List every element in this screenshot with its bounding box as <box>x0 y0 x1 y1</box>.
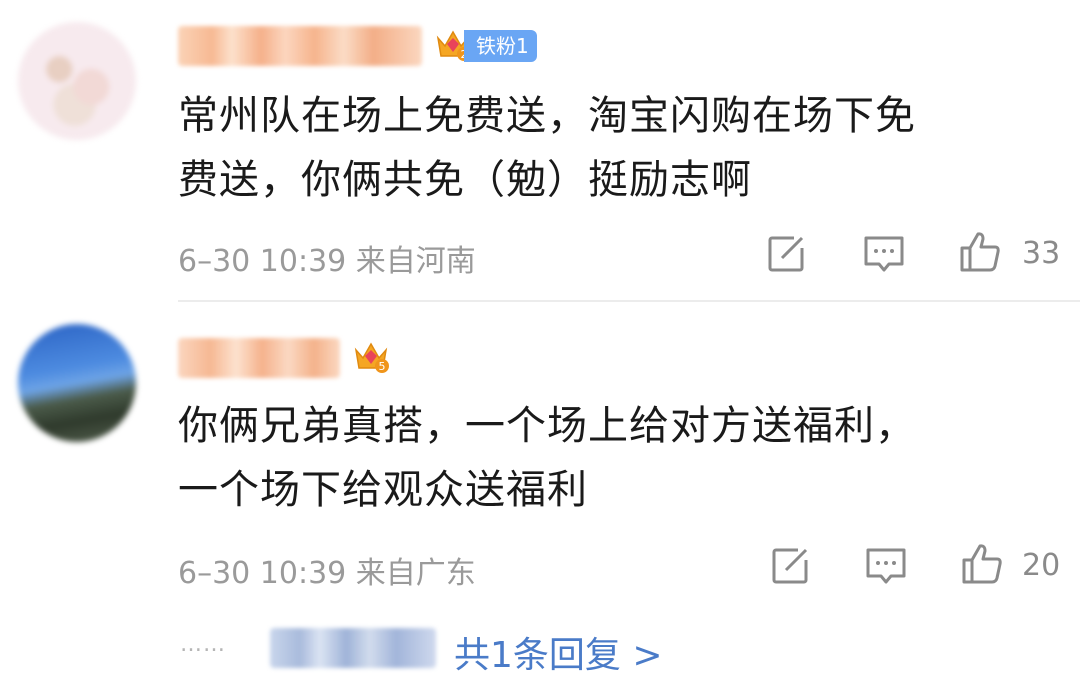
comment-line: 常州队在场上免费送，淘宝闪购在场下免 <box>178 93 916 139</box>
avatar[interactable] <box>18 324 136 442</box>
thumbs-up-icon[interactable] <box>960 542 1004 586</box>
like-count: 33 <box>1022 236 1061 271</box>
username-blurred[interactable] <box>178 338 340 378</box>
comment-line: 费送，你俩共免（勉）挺励志啊 <box>178 157 752 203</box>
comment-icon[interactable] <box>864 544 908 588</box>
thumbs-up-icon[interactable] <box>958 230 1002 274</box>
comment-item: 5 你俩兄弟真搭，一个场上给对方送福利， 一个场下给观众送福利 6–30 10:… <box>0 304 1080 604</box>
comment-line: 你俩兄弟真搭，一个场上给对方送福利， <box>178 403 916 449</box>
crown-level: 5 <box>379 360 386 373</box>
comment-text: 常州队在场上免费送，淘宝闪购在场下免 费送，你俩共免（勉）挺励志啊 <box>178 84 1038 212</box>
avatar[interactable] <box>18 22 136 140</box>
reply-username-blurred[interactable] <box>270 628 436 668</box>
comment-meta: 6–30 10:39 来自广东 <box>178 556 476 591</box>
divider <box>178 300 1080 302</box>
crown-icon: 5 <box>354 342 389 373</box>
comment-text: 你俩兄弟真搭，一个场上给对方送福利， 一个场下给观众送福利 <box>178 394 1038 522</box>
reply-dots: …… <box>180 632 226 657</box>
username-blurred[interactable] <box>178 26 422 66</box>
fan-badge[interactable]: 铁粉1 <box>464 30 537 62</box>
reply-row: …… 共1条回复 > <box>0 618 1080 676</box>
edit-icon[interactable] <box>764 232 808 276</box>
comment-line: 一个场下给观众送福利 <box>178 467 588 513</box>
view-replies-link[interactable]: 共1条回复 > <box>454 626 663 678</box>
edit-icon[interactable] <box>768 544 812 588</box>
comment-meta: 6–30 10:39 来自河南 <box>178 244 476 279</box>
comment-item: 2 铁粉1 常州队在场上免费送，淘宝闪购在场下免 费送，你俩共免（勉）挺励志啊 … <box>0 0 1080 302</box>
like-count: 20 <box>1022 548 1061 583</box>
comment-icon[interactable] <box>862 232 906 276</box>
